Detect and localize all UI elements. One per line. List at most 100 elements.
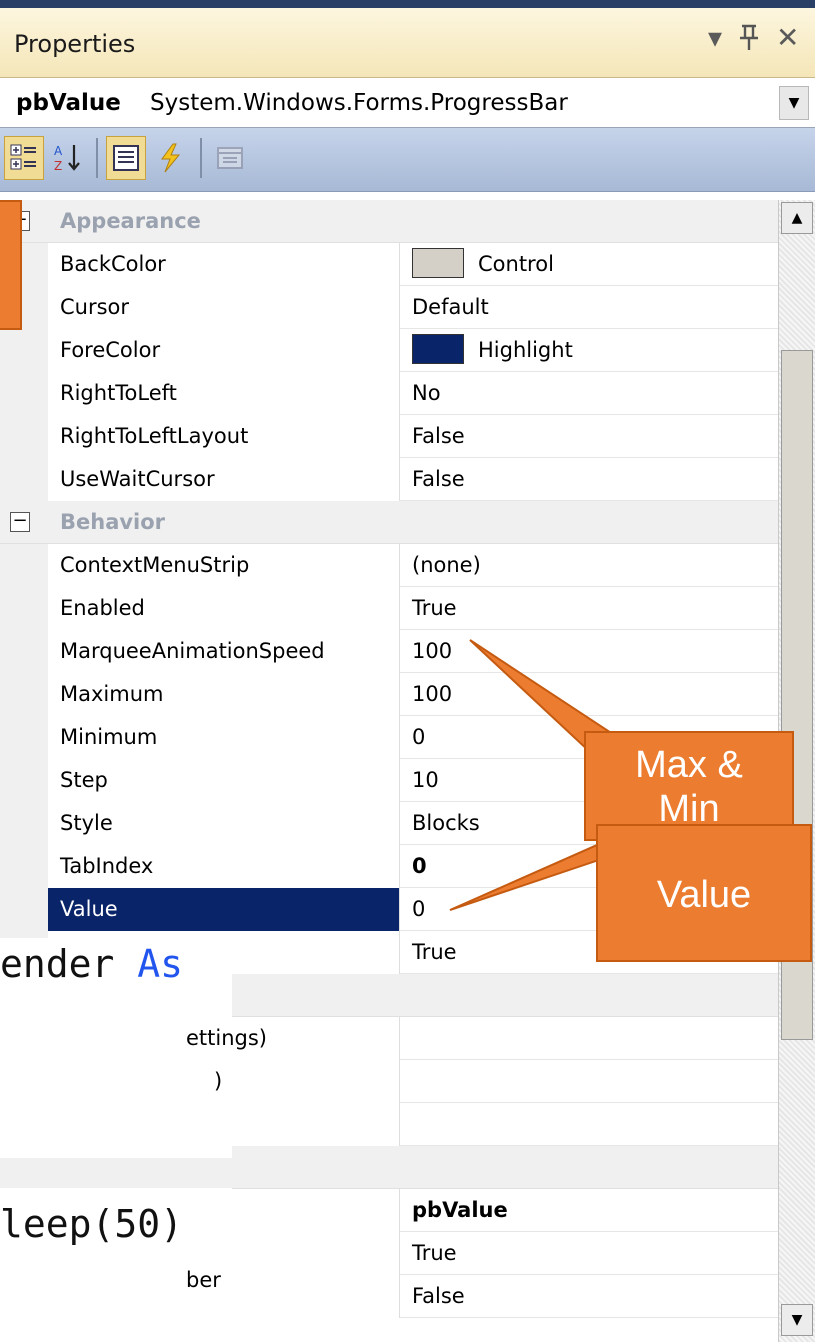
pin-icon[interactable] bbox=[738, 24, 760, 57]
clipped-property-name: ) bbox=[214, 1069, 223, 1093]
property-value-text: Highlight bbox=[478, 338, 573, 362]
property-value[interactable]: True bbox=[400, 587, 778, 630]
properties-icon bbox=[113, 145, 139, 171]
property-value[interactable]: 100 bbox=[400, 630, 778, 673]
categorized-icon bbox=[10, 144, 36, 170]
property-value[interactable]: Highlight bbox=[400, 329, 778, 372]
property-row-backcolor[interactable]: BackColor Control bbox=[0, 243, 778, 286]
object-selector-dropdown-icon[interactable]: ▼ bbox=[779, 86, 809, 120]
toolbar-separator bbox=[200, 138, 202, 178]
window-menu-dropdown-icon[interactable]: ▾ bbox=[708, 24, 722, 52]
collapse-icon[interactable]: − bbox=[10, 512, 30, 532]
property-name: ContextMenuStrip bbox=[48, 544, 400, 587]
property-pages-icon bbox=[217, 147, 243, 169]
property-row-cursor[interactable]: Cursor Default bbox=[0, 286, 778, 329]
row-gutter bbox=[0, 888, 48, 931]
color-swatch bbox=[412, 248, 464, 278]
category-label: Appearance bbox=[60, 209, 201, 233]
row-gutter bbox=[0, 759, 48, 802]
property-name: UseWaitCursor bbox=[48, 458, 400, 501]
row-gutter bbox=[0, 716, 48, 759]
property-value[interactable] bbox=[400, 1017, 778, 1060]
row-gutter bbox=[0, 458, 48, 501]
property-name: Cursor bbox=[48, 286, 400, 329]
property-row-usewaitcursor[interactable]: UseWaitCursor False bbox=[0, 458, 778, 501]
property-row-marqueeanimationspeed[interactable]: MarqueeAnimationSpeed 100 bbox=[0, 630, 778, 673]
property-value[interactable] bbox=[400, 1103, 778, 1146]
callout-text: Max & Min bbox=[635, 744, 743, 830]
events-icon bbox=[161, 143, 181, 173]
code-editor-fragment: leep(50) ber bbox=[0, 1188, 232, 1342]
object-type: System.Windows.Forms.ProgressBar bbox=[150, 90, 568, 116]
row-gutter bbox=[0, 544, 48, 587]
property-name: ForeColor bbox=[48, 329, 400, 372]
code-editor-fragment: ender As bbox=[0, 938, 232, 998]
window-title: Properties bbox=[14, 30, 136, 58]
code-line: ender As bbox=[0, 942, 183, 986]
clipped-property-name: ber bbox=[186, 1268, 221, 1292]
property-row-forecolor[interactable]: ForeColor Highlight bbox=[0, 329, 778, 372]
property-row-enabled[interactable]: Enabled True bbox=[0, 587, 778, 630]
code-line: leep(50) bbox=[0, 1202, 184, 1246]
properties-toolbar: A Z bbox=[0, 128, 815, 192]
property-name: Value bbox=[48, 888, 400, 931]
property-value[interactable]: (none) bbox=[400, 544, 778, 587]
property-name: Step bbox=[48, 759, 400, 802]
property-value[interactable]: False bbox=[400, 1275, 778, 1318]
code-text: ender bbox=[0, 942, 138, 986]
svg-text:Z: Z bbox=[54, 159, 62, 173]
callout-edge bbox=[0, 200, 22, 330]
window-titlebar: Properties ▾ ✕ bbox=[0, 0, 815, 78]
property-name: Minimum bbox=[48, 716, 400, 759]
property-name: MarqueeAnimationSpeed bbox=[48, 630, 400, 673]
property-value[interactable]: True bbox=[400, 1232, 778, 1275]
row-gutter bbox=[0, 372, 48, 415]
property-name: RightToLeftLayout bbox=[48, 415, 400, 458]
property-row-righttoleft[interactable]: RightToLeft No bbox=[0, 372, 778, 415]
category-behavior[interactable]: − Behavior bbox=[0, 501, 778, 544]
color-swatch bbox=[412, 334, 464, 364]
property-value[interactable]: Control bbox=[400, 243, 778, 286]
property-pages-button[interactable] bbox=[210, 136, 250, 180]
value-callout: Value bbox=[596, 824, 812, 962]
toolbar-separator bbox=[96, 138, 98, 178]
close-icon[interactable]: ✕ bbox=[776, 24, 799, 52]
property-row-contextmenustrip[interactable]: ContextMenuStrip (none) bbox=[0, 544, 778, 587]
events-button[interactable] bbox=[150, 136, 190, 180]
category-appearance[interactable]: − Appearance bbox=[0, 200, 778, 243]
clipped-property-name: ettings) bbox=[186, 1026, 267, 1050]
categorized-button[interactable] bbox=[4, 136, 44, 180]
row-gutter bbox=[0, 845, 48, 888]
property-row-maximum[interactable]: Maximum 100 bbox=[0, 673, 778, 716]
alphabetical-icon: A Z bbox=[54, 144, 80, 173]
property-value-text: Control bbox=[478, 252, 554, 276]
property-value[interactable]: False bbox=[400, 415, 778, 458]
property-name: Enabled bbox=[48, 587, 400, 630]
row-gutter bbox=[0, 587, 48, 630]
row-gutter bbox=[0, 329, 48, 372]
scroll-up-icon[interactable]: ▲ bbox=[781, 202, 813, 234]
object-selector[interactable]: pbValue System.Windows.Forms.ProgressBar… bbox=[0, 78, 815, 128]
row-gutter bbox=[0, 415, 48, 458]
object-name: pbValue bbox=[16, 90, 121, 116]
code-keyword: As bbox=[137, 942, 184, 986]
property-name: Style bbox=[48, 802, 400, 845]
property-value[interactable] bbox=[400, 1060, 778, 1103]
scroll-down-icon[interactable]: ▼ bbox=[781, 1304, 813, 1336]
code-editor-blank: ettings) ) bbox=[0, 998, 267, 1158]
properties-button[interactable] bbox=[106, 136, 146, 180]
category-label: Behavior bbox=[60, 510, 166, 534]
property-name: Maximum bbox=[48, 673, 400, 716]
row-gutter bbox=[0, 802, 48, 845]
property-value[interactable]: False bbox=[400, 458, 778, 501]
property-value[interactable]: 100 bbox=[400, 673, 778, 716]
property-row-righttoleftlayout[interactable]: RightToLeftLayout False bbox=[0, 415, 778, 458]
svg-text:A: A bbox=[54, 144, 63, 158]
row-gutter bbox=[0, 673, 48, 716]
property-value[interactable]: Default bbox=[400, 286, 778, 329]
property-value[interactable]: pbValue bbox=[400, 1189, 778, 1232]
alphabetical-button[interactable]: A Z bbox=[48, 136, 88, 180]
callout-text: Value bbox=[656, 874, 752, 916]
property-value[interactable]: No bbox=[400, 372, 778, 415]
property-name: BackColor bbox=[48, 243, 400, 286]
